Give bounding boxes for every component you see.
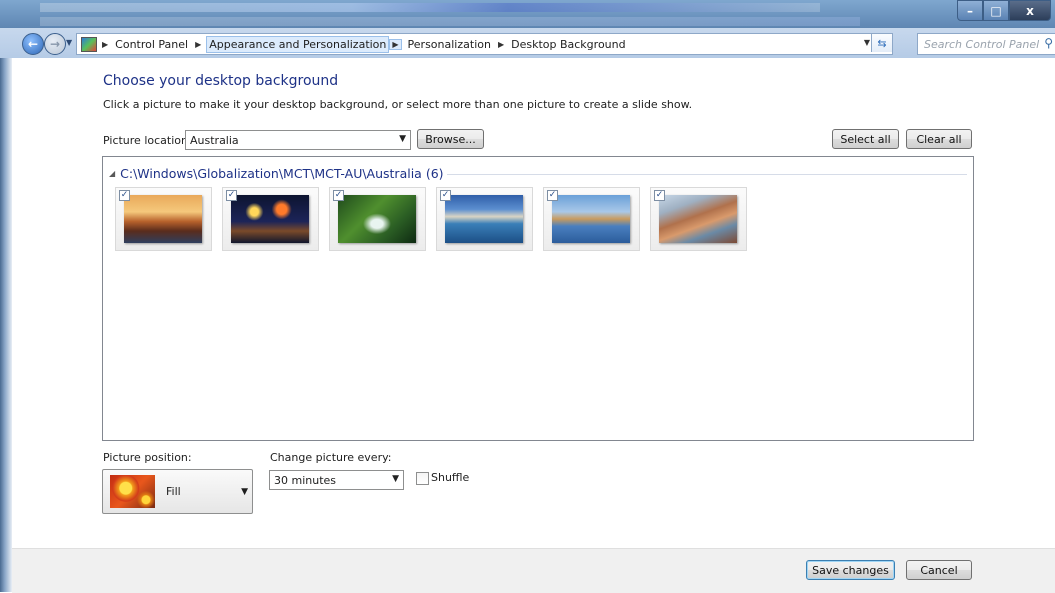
- select-all-button[interactable]: Select all: [832, 129, 899, 149]
- change-picture-label: Change picture every:: [270, 451, 392, 464]
- picture-fireworks-harbour: [231, 195, 309, 243]
- browse-button[interactable]: Browse...: [417, 129, 484, 149]
- title-bar-background-ghost: [40, 17, 860, 26]
- chevron-down-icon[interactable]: ▼: [864, 38, 870, 47]
- refresh-button[interactable]: ⇆: [871, 34, 892, 52]
- chevron-down-icon: ▼: [399, 134, 406, 144]
- page-subtitle: Click a picture to make it your desktop …: [103, 98, 693, 111]
- picture-thumbnail[interactable]: ✓: [222, 187, 319, 251]
- chevron-down-icon: ▼: [392, 474, 399, 484]
- window-left-edge: [0, 58, 12, 592]
- picture-checkbox[interactable]: ✓: [119, 190, 130, 201]
- change-interval-select[interactable]: 30 minutes ▼: [269, 470, 404, 490]
- picture-thumbnail[interactable]: ✓: [436, 187, 533, 251]
- clear-all-button[interactable]: Clear all: [906, 129, 972, 149]
- picture-thumbnail[interactable]: ✓: [329, 187, 426, 251]
- chevron-down-icon: ▼: [241, 487, 248, 497]
- picture-rainforest-stream: [338, 195, 416, 243]
- picture-checkbox[interactable]: ✓: [547, 190, 558, 201]
- recent-pages-dropdown[interactable]: ▼: [66, 38, 72, 47]
- gallery-group-title: C:\Windows\Globalization\MCT\MCT-AU\Aust…: [120, 166, 444, 181]
- forward-button[interactable]: →: [44, 33, 66, 55]
- breadcrumb-personalization[interactable]: Personalization: [406, 37, 493, 52]
- position-preview-image: [110, 475, 155, 508]
- gallery-group-header[interactable]: ◢ C:\Windows\Globalization\MCT\MCT-AU\Au…: [109, 166, 444, 181]
- navigation-bar: ← → ▼ ▶ Control Panel ▶ Appearance and P…: [0, 28, 1055, 58]
- refresh-icon: ⇆: [877, 36, 887, 50]
- footer-bar: [12, 548, 1055, 593]
- picture-baobab-trees: [124, 195, 202, 243]
- control-panel-icon: [81, 36, 97, 52]
- picture-position-value: Fill: [166, 485, 181, 498]
- picture-gallery[interactable]: ◢ C:\Windows\Globalization\MCT\MCT-AU\Au…: [102, 156, 974, 441]
- group-divider: [447, 174, 967, 175]
- breadcrumb-desktop-background[interactable]: Desktop Background: [509, 37, 628, 52]
- picture-kimberley-gorge: [659, 195, 737, 243]
- picture-twelve-apostles: [552, 195, 630, 243]
- picture-position-select[interactable]: Fill ▼: [102, 469, 253, 514]
- title-bar: – □ x: [0, 0, 1055, 28]
- picture-location-select[interactable]: Australia ▼: [185, 130, 411, 150]
- minimize-button[interactable]: –: [957, 0, 983, 21]
- picture-checkbox[interactable]: ✓: [654, 190, 665, 201]
- breadcrumb-appearance-and-personalization[interactable]: Appearance and Personalization: [206, 35, 390, 53]
- search-icon[interactable]: ⚲: [1044, 36, 1053, 50]
- shuffle-checkbox[interactable]: [416, 472, 429, 485]
- window-controls: – □ x: [957, 0, 1051, 21]
- picture-checkbox[interactable]: ✓: [333, 190, 344, 201]
- chevron-right-icon[interactable]: ▶: [498, 40, 504, 49]
- picture-thumbnail[interactable]: ✓: [543, 187, 640, 251]
- picture-location-label: Picture location:: [103, 134, 192, 147]
- chevron-right-icon[interactable]: ▶: [102, 40, 108, 49]
- chevron-right-icon[interactable]: ▶: [195, 40, 201, 49]
- picture-thumbnail[interactable]: ✓: [650, 187, 747, 251]
- chevron-right-icon[interactable]: ▶: [389, 38, 402, 50]
- picture-position-label: Picture position:: [103, 451, 192, 464]
- cancel-button[interactable]: Cancel: [906, 560, 972, 580]
- close-button[interactable]: x: [1009, 0, 1051, 21]
- picture-sydney-harbour: [445, 195, 523, 243]
- back-button[interactable]: ←: [22, 33, 44, 55]
- picture-checkbox[interactable]: ✓: [226, 190, 237, 201]
- page-title: Choose your desktop background: [103, 73, 339, 89]
- shuffle-label[interactable]: Shuffle: [431, 471, 469, 484]
- collapse-triangle-icon[interactable]: ◢: [109, 169, 115, 178]
- maximize-button[interactable]: □: [983, 0, 1009, 21]
- search-input[interactable]: Search Control Panel ⚲: [917, 33, 1055, 55]
- change-interval-value: 30 minutes: [274, 473, 337, 487]
- picture-thumbnail[interactable]: ✓: [115, 187, 212, 251]
- breadcrumb-control-panel[interactable]: Control Panel: [113, 37, 190, 52]
- address-bar[interactable]: ▶ Control Panel ▶ Appearance and Persona…: [76, 33, 893, 55]
- search-placeholder: Search Control Panel: [924, 37, 1040, 51]
- save-changes-button[interactable]: Save changes: [806, 560, 895, 580]
- picture-location-value: Australia: [190, 133, 239, 147]
- picture-checkbox[interactable]: ✓: [440, 190, 451, 201]
- title-bar-background-ghost: [40, 3, 820, 12]
